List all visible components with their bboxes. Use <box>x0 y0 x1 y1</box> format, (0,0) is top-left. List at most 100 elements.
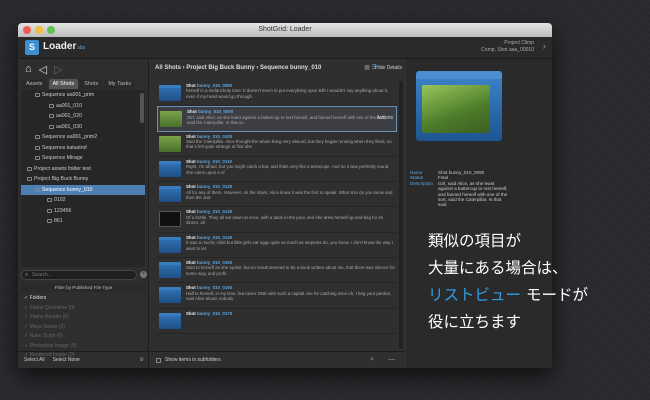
filter-item[interactable]: ✓ Flame Quicktime (0) <box>21 304 146 314</box>
back-arrow-icon[interactable]: ◁ <box>39 63 47 76</box>
zoom-icon[interactable]: ⌕ <box>370 356 374 364</box>
caption-line-3: リストビュー モードが <box>428 282 650 309</box>
list-item[interactable]: Shot bunny_010_0100 Said the Caterpillar.… <box>157 132 397 157</box>
check-icon[interactable]: ✓ <box>24 343 28 349</box>
list-item[interactable]: Shot bunny_010_0140 It was a muchy child … <box>157 233 397 259</box>
entity-tabs: Assets All Shots Shots My Tasks <box>18 79 148 89</box>
search-icon: ⌕ <box>25 272 29 278</box>
description-value: Girl, said Alice, as she leant against a… <box>438 180 508 208</box>
tree-item[interactable]: Project Big Buck Bunny <box>21 174 145 185</box>
show-subfolders-checkbox[interactable] <box>156 357 161 363</box>
tree-item-label: 861 <box>54 218 63 224</box>
tree-item[interactable]: aa001_020 <box>21 111 145 122</box>
tree-item-label: Sequence Mirage <box>42 155 83 161</box>
item-description: Said to herself as she spoke; but no res… <box>186 265 395 276</box>
tree-item[interactable]: Sequence katastrof <box>21 143 145 154</box>
filter-item[interactable]: ✓ Flame Render (0) <box>21 313 146 323</box>
list-scrollbar[interactable] <box>399 81 403 349</box>
list-item[interactable]: Shot bunny_010_0130 Of a bottle. They all… <box>157 207 397 233</box>
folder-icon <box>47 208 52 213</box>
caption-line-2: 大量にある場合は、 <box>428 259 568 277</box>
check-icon[interactable]: ✓ <box>24 333 28 339</box>
left-panel: ⌂ ◁ ▷ Assets All Shots Shots My Tasks Seque… <box>18 59 149 368</box>
folder-icon <box>35 187 40 192</box>
folder-icon <box>49 103 54 108</box>
minimize-window-button[interactable] <box>35 26 43 34</box>
actions-button[interactable]: Actions <box>377 115 393 121</box>
item-code: bunny_010_0090 <box>198 109 234 115</box>
folder-icon <box>27 177 32 182</box>
context-project: Project Climp <box>504 40 534 46</box>
app-title: Loadersbs <box>43 41 86 52</box>
tree-item[interactable]: Project assets folder test <box>21 164 145 175</box>
item-description: Right, I'm afraid, but you might catch a… <box>186 164 390 175</box>
select-all-button[interactable]: Select All <box>24 357 45 363</box>
tab-assets[interactable]: Assets <box>22 79 47 89</box>
list-item[interactable]: Shot bunny_010_0160 Half to herself, in m… <box>157 283 397 309</box>
close-window-button[interactable] <box>23 26 31 34</box>
zoom-slider[interactable]: — <box>388 356 395 364</box>
zoom-window-button[interactable] <box>47 26 55 34</box>
clear-search-icon[interactable]: × <box>140 271 147 278</box>
tree-item[interactable]: 0102 <box>21 195 145 206</box>
app-header: S Loadersbs Project Climp Comp, Shot aaa… <box>18 37 552 59</box>
window-titlebar[interactable]: ShotGrid: Loader <box>18 23 552 37</box>
filter-item[interactable]: ✓ Nuke Script (0) <box>21 332 146 342</box>
item-text: Shot bunny_010_0150 Said to herself as sh… <box>186 260 395 280</box>
entity-tree: Sequence aa001_prim aa001_010 aa001_020 aa0… <box>21 90 145 267</box>
description-label: Description <box>410 180 433 186</box>
folder-icon <box>27 166 32 171</box>
context-entity: Comp, Shot aaa_00010 <box>481 47 534 53</box>
chevron-right-icon[interactable]: › <box>543 41 546 52</box>
list-item[interactable]: Shot bunny_010_0110 Right, I'm afraid, bu… <box>157 157 397 183</box>
item-text: Shot bunny_010_0090 Girl, said Alice, as … <box>187 109 394 128</box>
item-text: Shot bunny_010_0110 Right, I'm afraid, bu… <box>186 159 395 179</box>
item-code: bunny_010_0140 <box>197 234 233 240</box>
tree-item[interactable]: Sequence bunny_010 <box>21 184 145 195</box>
home-icon[interactable]: ⌂ <box>25 63 32 75</box>
tree-item[interactable]: Sequence aa001_prim2 <box>21 132 145 143</box>
item-text: Shot bunny_010_0100 Said the Caterpillar.… <box>186 134 395 154</box>
search-placeholder: Search... <box>32 272 53 278</box>
context-label[interactable]: Project Climp Comp, Shot aaa_00010 <box>481 40 534 54</box>
item-kind: Shot <box>186 260 196 266</box>
check-icon[interactable]: ✓ <box>24 314 28 320</box>
tab-shots[interactable]: Shots <box>80 79 103 89</box>
filter-label: Nuke Script (0) <box>29 333 63 339</box>
tree-scrollbar[interactable] <box>140 93 144 123</box>
list-item[interactable]: Shot bunny_010_0090 Girl, said Alice, as … <box>157 106 397 132</box>
left-footer: Select All Select None ⚙ <box>18 351 149 368</box>
forward-arrow-icon[interactable]: ▷ <box>54 63 62 76</box>
thumbnail-view-icon[interactable]: ▦ <box>364 65 370 71</box>
tab-my-tasks[interactable]: My Tasks <box>104 79 136 89</box>
hide-details-button[interactable]: Hide Details <box>375 65 402 71</box>
check-icon[interactable]: ✓ <box>24 324 28 330</box>
select-none-button[interactable]: Select None <box>53 357 80 363</box>
tree-item[interactable]: aa001_010 <box>21 101 145 112</box>
list-item[interactable]: Shot bunny_010_0170 <box>157 309 397 334</box>
tree-item[interactable]: Sequence aa001_prim <box>21 90 145 101</box>
window-title: ShotGrid: Loader <box>258 26 312 33</box>
tree-item[interactable]: Sequence Mirage <box>21 153 145 164</box>
item-code: bunny_010_0100 <box>197 133 233 139</box>
list-item[interactable]: Shot bunny_010_0150 Said to herself as sh… <box>157 258 397 284</box>
tree-item-label: Sequence aa001_prim2 <box>42 134 98 140</box>
tree-item[interactable]: 861 <box>21 216 145 227</box>
gear-icon[interactable]: ⚙ <box>140 357 144 363</box>
promo-caption: 類似の項目が 大量にある場合は、 リストビュー モードが 役に立ちます <box>428 228 650 336</box>
filter-item[interactable]: ✓ Photoshop Image (0) <box>21 342 146 352</box>
tab-all-shots[interactable]: All Shots <box>48 79 79 89</box>
tree-item-label: Sequence katastrof <box>42 144 87 151</box>
item-kind: Shot <box>186 158 196 164</box>
filter-item[interactable]: ✓ Maya Scene (0) <box>21 323 146 333</box>
item-description: Half to herself, in my time, but never O… <box>186 290 392 302</box>
tree-item[interactable]: aa001_030 <box>21 122 145 133</box>
item-thumbnail <box>159 262 181 279</box>
check-icon[interactable]: ✓ <box>24 305 28 311</box>
list-item[interactable]: Shot bunny_010_0080 herself in a melancho… <box>157 81 397 107</box>
tree-item[interactable]: 123456 <box>21 206 145 217</box>
filter-item[interactable]: ✓ Folders <box>21 294 146 304</box>
check-icon[interactable]: ✓ <box>24 295 28 301</box>
list-item[interactable]: Shot bunny_010_0120 All for any of them. … <box>157 182 397 208</box>
search-input[interactable]: ⌕ Search... <box>21 270 137 280</box>
